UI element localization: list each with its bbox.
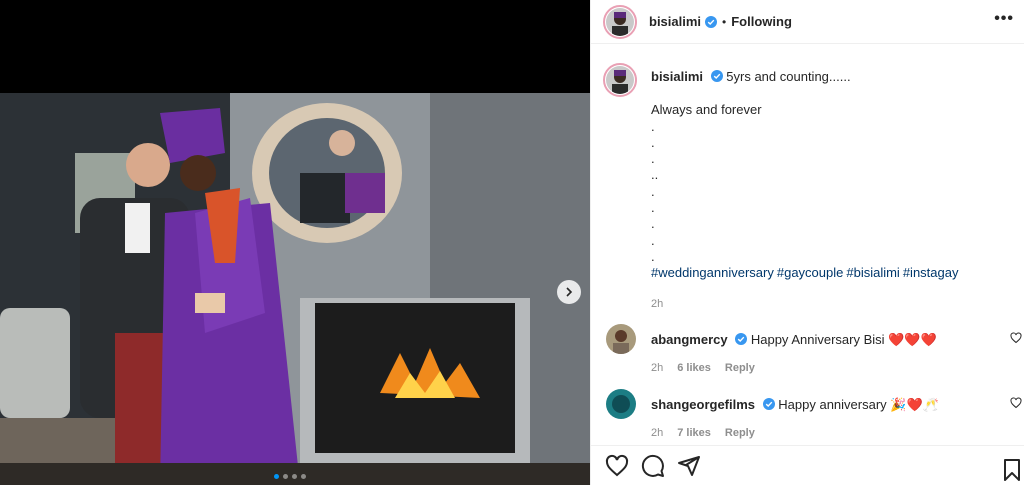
caption-line: . xyxy=(651,134,655,150)
carousel-dot xyxy=(292,474,297,479)
post-author-username[interactable]: bisialimi xyxy=(649,14,701,29)
comment-time[interactable]: 2h xyxy=(651,362,663,374)
caption-text: Always and forever.......... xyxy=(651,102,961,265)
caption-line: . xyxy=(651,183,655,199)
comment-username[interactable]: shangeorgefilms xyxy=(651,397,755,412)
comment-likes[interactable]: 6 likes xyxy=(677,362,711,374)
hashtag-link[interactable]: #bisialimi xyxy=(846,265,899,280)
verified-badge-icon xyxy=(705,15,718,28)
hashtag-link[interactable]: #weddinganniversary xyxy=(651,265,774,280)
comment-emoji: ❤️❤️❤️ xyxy=(888,332,937,347)
following-button[interactable]: Following xyxy=(731,14,792,29)
post-header: bisialimi • Following ••• xyxy=(591,0,1024,44)
heart-icon[interactable] xyxy=(1010,332,1022,344)
comment-avatar[interactable] xyxy=(606,324,636,354)
verified-badge-icon xyxy=(735,333,748,345)
carousel-dot xyxy=(301,474,306,479)
comment-likes[interactable]: 7 likes xyxy=(677,427,711,439)
comment-username[interactable]: abangmercy xyxy=(651,332,728,347)
comment-text: Happy Anniversary Bisi xyxy=(750,332,885,347)
carousel-next-button[interactable] xyxy=(557,280,581,304)
caption-timestamp[interactable]: 2h xyxy=(651,296,961,312)
caption-line: Always and forever xyxy=(651,102,762,118)
comment-icon[interactable] xyxy=(641,454,665,478)
chevron-right-icon xyxy=(566,287,573,297)
reply-button[interactable]: Reply xyxy=(725,427,755,439)
share-icon[interactable] xyxy=(677,454,701,478)
caption-username[interactable]: bisialimi xyxy=(651,69,703,84)
separator-dot: • xyxy=(722,14,727,29)
heart-icon[interactable] xyxy=(1010,397,1022,409)
post-media xyxy=(0,0,590,485)
comment-time[interactable]: 2h xyxy=(651,427,663,439)
reply-button[interactable]: Reply xyxy=(725,362,755,374)
heart-icon[interactable] xyxy=(605,454,629,478)
caption-line: . xyxy=(651,216,655,232)
verified-badge-icon xyxy=(762,398,775,410)
caption-line: . xyxy=(651,118,655,134)
more-options-button[interactable]: ••• xyxy=(994,11,1014,27)
comment-text: Happy anniversary xyxy=(778,397,887,412)
comments-section: bisialimi 5yrs and counting...... Always… xyxy=(591,45,1024,445)
caption-line: . xyxy=(651,248,655,264)
caption-line: . xyxy=(651,200,655,216)
post-actions-bar xyxy=(591,445,1024,485)
hashtag-link[interactable]: #gaycouple xyxy=(777,265,844,280)
caption-line: . xyxy=(651,232,655,248)
comment-meta: 2h 6 likes Reply xyxy=(651,362,937,374)
caption-line: .. xyxy=(651,167,659,183)
caption-line: . xyxy=(651,151,655,167)
caption-first-line: 5yrs and counting...... xyxy=(726,69,851,84)
post-photo[interactable] xyxy=(0,93,590,485)
hashtag-link[interactable]: #instagay xyxy=(903,265,959,280)
comment-item: abangmercy Happy Anniversary Bisi ❤️❤️❤️… xyxy=(606,324,1024,374)
carousel-dot xyxy=(283,474,288,479)
comment-emoji: 🎉❤️🥂 xyxy=(890,397,939,412)
post-side-panel: bisialimi • Following ••• bisialimi 5yrs… xyxy=(590,0,1024,485)
bookmark-icon[interactable] xyxy=(1000,458,1024,482)
caption-hashtags: #weddinganniversary #gaycouple #bisialimi #… xyxy=(651,265,961,281)
verified-badge-icon xyxy=(710,70,723,82)
comment-meta: 2h 7 likes Reply xyxy=(651,427,939,439)
comment-avatar[interactable] xyxy=(606,389,636,419)
avatar[interactable] xyxy=(603,4,637,39)
comment-item: shangeorgefilms Happy anniversary 🎉❤️🥂 2… xyxy=(606,389,1024,439)
carousel-dot xyxy=(274,474,279,479)
caption-avatar[interactable] xyxy=(603,63,637,97)
post-caption: bisialimi 5yrs and counting...... Always… xyxy=(603,63,1013,312)
carousel-indicator xyxy=(274,474,306,479)
